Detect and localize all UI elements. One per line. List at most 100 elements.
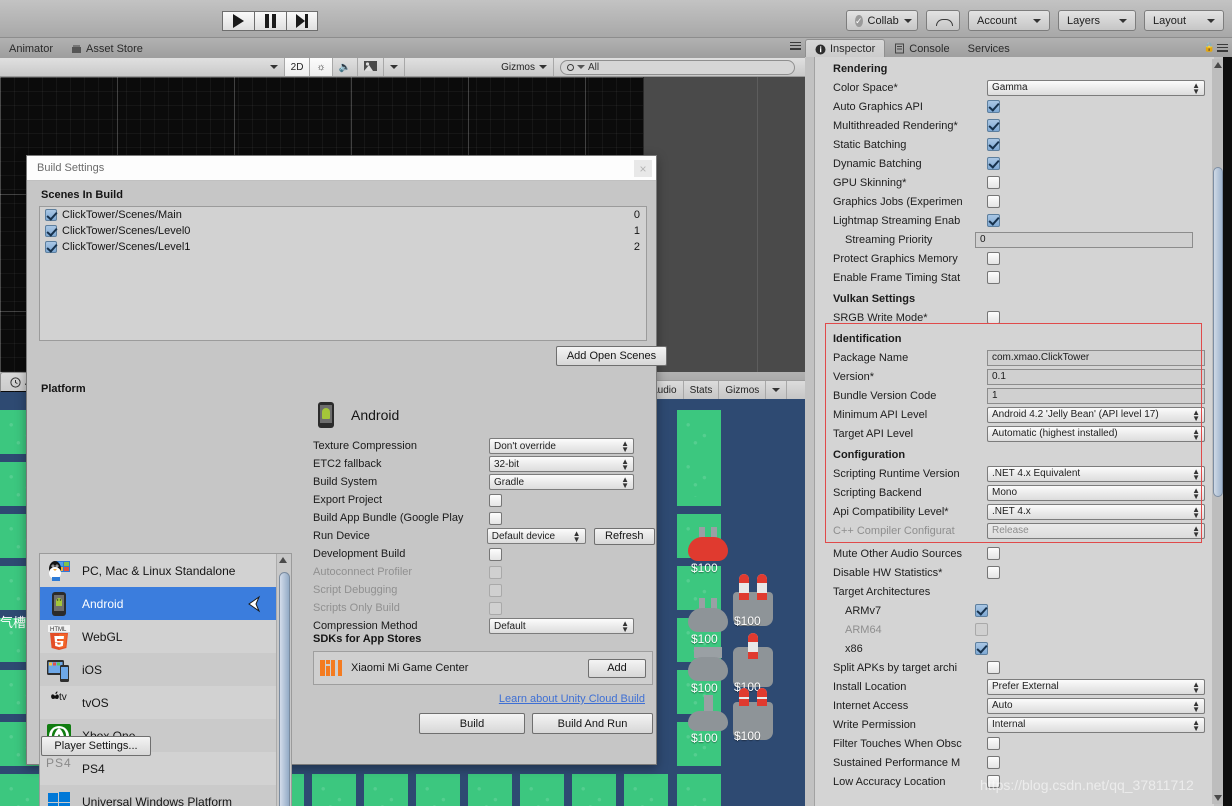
inspector-checkbox[interactable]: [987, 138, 1000, 151]
android-option-checkbox[interactable]: [489, 601, 502, 615]
add-open-scenes-button[interactable]: Add Open Scenes: [556, 346, 667, 366]
inspector-checkbox[interactable]: [987, 252, 1000, 265]
scene-list-row[interactable]: ClickTower/Scenes/Main 0: [40, 207, 646, 223]
android-option-dropdown[interactable]: Default ▲ ▼: [489, 618, 634, 634]
inspector-dropdown[interactable]: Internal ▲ ▼: [987, 716, 1205, 733]
toggle-2d-button[interactable]: 2D: [284, 58, 311, 76]
inspector-checkbox[interactable]: [987, 100, 1000, 113]
inspector-checkbox[interactable]: [987, 119, 1000, 132]
inspector-checkbox[interactable]: [987, 547, 1000, 560]
cloud-button[interactable]: [926, 10, 960, 31]
inspector-dropdown[interactable]: .NET 4.x ▲ ▼: [987, 503, 1205, 520]
tab-animator[interactable]: Animator: [0, 39, 62, 58]
scroll-up-arrow[interactable]: [1214, 62, 1222, 68]
inspector-checkbox[interactable]: [987, 311, 1000, 324]
build-and-run-button[interactable]: Build And Run: [532, 713, 653, 734]
scene-enabled-checkbox[interactable]: [45, 225, 57, 237]
inspector-checkbox[interactable]: [987, 566, 1000, 579]
toggle-lighting-button[interactable]: ☼: [310, 58, 333, 76]
tab-services[interactable]: Services: [959, 39, 1019, 58]
collab-button[interactable]: ✓ Collab: [846, 10, 918, 31]
scene-enabled-checkbox[interactable]: [45, 209, 57, 221]
game-gizmos-dropdown[interactable]: [766, 381, 788, 399]
scene-enabled-checkbox[interactable]: [45, 241, 57, 253]
android-option-checkbox[interactable]: [489, 565, 502, 579]
platform-row-tvos[interactable]: tv tvOS: [40, 686, 291, 719]
platform-row-webgl[interactable]: HTML WebGL: [40, 620, 291, 653]
layers-button[interactable]: Layers: [1058, 10, 1136, 31]
inspector-dropdown[interactable]: Prefer External ▲ ▼: [987, 678, 1205, 695]
inspector-dropdown[interactable]: Automatic (highest installed) ▲ ▼: [987, 425, 1205, 442]
inspector-menu-button[interactable]: 🔒: [1204, 42, 1228, 53]
game-gizmos-button[interactable]: Gizmos: [719, 381, 767, 399]
scenes-in-build-list[interactable]: ClickTower/Scenes/Main 0 ClickTower/Scenes…: [39, 206, 647, 341]
platform-row-ios[interactable]: iOS: [40, 653, 291, 686]
pause-button[interactable]: [254, 11, 286, 31]
platform-row-pc-mac-linux-standalone[interactable]: PC, Mac & Linux Standalone: [40, 554, 291, 587]
android-option-dropdown[interactable]: Default device ▲ ▼: [486, 528, 586, 544]
toggle-audio-button[interactable]: 🔈: [333, 58, 359, 76]
sdk-add-button[interactable]: Add: [588, 658, 646, 678]
platform-scroll-thumb[interactable]: [279, 572, 290, 806]
gizmos-button[interactable]: Gizmos: [495, 58, 554, 76]
android-option-dropdown[interactable]: Don't override ▲ ▼: [489, 438, 634, 454]
inspector-dropdown[interactable]: Gamma ▲ ▼: [987, 79, 1205, 96]
inspector-checkbox[interactable]: [987, 271, 1000, 284]
cloud-build-link[interactable]: Learn about Unity Cloud Build: [499, 693, 645, 705]
toggle-effects-button[interactable]: [358, 58, 385, 76]
tab-inspector[interactable]: Inspector: [805, 39, 886, 58]
play-button[interactable]: [222, 11, 254, 31]
inspector-dropdown[interactable]: Android 4.2 'Jelly Bean' (API level 17) ▲…: [987, 406, 1205, 423]
android-option-dropdown[interactable]: 32-bit ▲ ▼: [489, 456, 634, 472]
inspector-dropdown[interactable]: .NET 4.x Equivalent ▲ ▼: [987, 465, 1205, 482]
inspector-scroll-thumb[interactable]: [1213, 167, 1223, 497]
lock-icon[interactable]: 🔒: [1204, 42, 1215, 53]
scene-list-row[interactable]: ClickTower/Scenes/Level1 2: [40, 239, 646, 255]
inspector-checkbox[interactable]: [987, 737, 1000, 750]
android-option-checkbox[interactable]: [489, 493, 502, 507]
layout-button[interactable]: Layout: [1144, 10, 1224, 31]
inspector-checkbox[interactable]: [987, 195, 1000, 208]
inspector-text-field[interactable]: com.xmao.ClickTower: [987, 349, 1205, 366]
inspector-dropdown[interactable]: Auto ▲ ▼: [987, 697, 1205, 714]
player-settings-button[interactable]: Player Settings...: [41, 736, 151, 756]
inspector-checkbox[interactable]: [987, 157, 1000, 170]
scene-list-row[interactable]: ClickTower/Scenes/Level0 1: [40, 223, 646, 239]
platform-row-universal-windows-platform[interactable]: Universal Windows Platform: [40, 785, 291, 806]
effects-dropdown[interactable]: [384, 58, 406, 76]
game-stats-button[interactable]: Stats: [684, 381, 720, 399]
refresh-devices-button[interactable]: Refresh: [593, 527, 656, 545]
inspector-checkbox[interactable]: [987, 176, 1000, 189]
platform-row-android[interactable]: Android: [40, 587, 291, 620]
scroll-down-arrow[interactable]: [1214, 795, 1222, 801]
inspector-checkbox[interactable]: [987, 756, 1000, 769]
inspector-dropdown[interactable]: Release ▲ ▼: [987, 522, 1205, 539]
platform-list[interactable]: PC, Mac & Linux Standalone Android HTML Web…: [39, 553, 292, 806]
build-button[interactable]: Build: [419, 713, 525, 734]
account-button[interactable]: Account: [968, 10, 1050, 31]
android-option-checkbox[interactable]: [489, 511, 502, 525]
inspector-dropdown[interactable]: Mono ▲ ▼: [987, 484, 1205, 501]
scene-view-dropdown[interactable]: [264, 58, 285, 76]
inspector-checkbox[interactable]: [975, 604, 988, 617]
inspector-checkbox[interactable]: [975, 642, 988, 655]
close-button[interactable]: ×: [634, 160, 652, 177]
inspector-checkbox[interactable]: [987, 214, 1000, 227]
tab-asset-store[interactable]: Asset Store: [62, 39, 152, 58]
left-panel-menu-button[interactable]: [790, 42, 801, 50]
inspector-text-field[interactable]: 1: [987, 387, 1205, 404]
inspector-checkbox[interactable]: [975, 623, 988, 636]
scroll-up-arrow[interactable]: [279, 557, 287, 563]
step-button[interactable]: [286, 11, 318, 31]
android-option-dropdown[interactable]: Gradle ▲ ▼: [489, 474, 634, 490]
scene-search-input[interactable]: All: [560, 59, 795, 75]
tab-console[interactable]: Console: [885, 39, 958, 58]
android-option-checkbox[interactable]: [489, 583, 502, 597]
inspector-checkbox[interactable]: [987, 661, 1000, 674]
platform-row-ps4[interactable]: PS4 PS4: [40, 752, 291, 785]
platform-scrollbar[interactable]: [276, 554, 291, 806]
android-option-checkbox[interactable]: [489, 547, 502, 561]
build-settings-window[interactable]: Build Settings × Scenes In Build ClickTo…: [26, 155, 667, 806]
inspector-text-field[interactable]: 0: [975, 231, 1193, 248]
inspector-text-field[interactable]: 0.1: [987, 368, 1205, 385]
